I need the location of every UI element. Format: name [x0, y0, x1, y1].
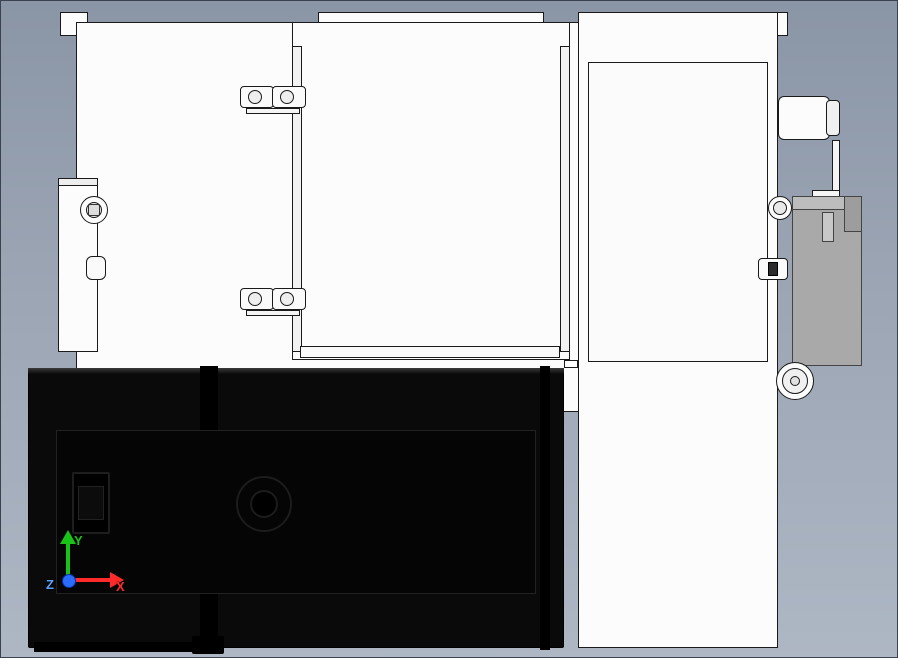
axis-z-dot-icon	[62, 574, 76, 588]
mount-bolt-right-inner	[773, 201, 787, 215]
axis-y-label: Y	[74, 534, 83, 547]
mount-bolt-left-hex	[88, 204, 100, 216]
standoff-bottom-a-bolt	[248, 292, 262, 306]
motor-connector-slot-inner	[78, 486, 104, 520]
connector-cap	[826, 100, 840, 136]
standoff-top-b-bolt	[280, 90, 294, 104]
motor-strap	[192, 636, 224, 654]
center-plate-bottom-edge	[300, 346, 560, 358]
right-pillar-face	[588, 62, 768, 362]
mount-ear-left-slot	[86, 256, 106, 280]
lower-right-boss-inner	[790, 376, 800, 386]
cad-viewport[interactable]: Y X Z	[0, 0, 898, 658]
standoff-bottom-link	[246, 310, 300, 316]
bridge-tab	[564, 360, 578, 368]
motor-shaft-boss-inner	[250, 490, 278, 518]
connector-stub	[778, 96, 830, 140]
side-bracket-arm	[844, 196, 862, 232]
right-slot-pin	[768, 262, 778, 276]
mount-ear-left-edge	[58, 178, 98, 186]
center-plate-edge-right	[560, 46, 570, 352]
standoff-top-link	[246, 108, 300, 114]
axis-z-label: Z	[46, 578, 54, 591]
motor-top-highlight	[28, 368, 564, 374]
standoff-bottom-b-bolt	[280, 292, 294, 306]
axis-x-label: X	[116, 580, 125, 593]
standoff-top-a-bolt	[248, 90, 262, 104]
orientation-triad[interactable]: Y X Z	[46, 534, 116, 618]
center-plate	[292, 22, 570, 360]
motor-clamp-band-2	[540, 366, 550, 650]
side-bracket-slot	[822, 212, 834, 242]
axis-x-line	[70, 578, 114, 582]
motor-face	[56, 430, 536, 594]
motor-foot	[34, 642, 204, 652]
